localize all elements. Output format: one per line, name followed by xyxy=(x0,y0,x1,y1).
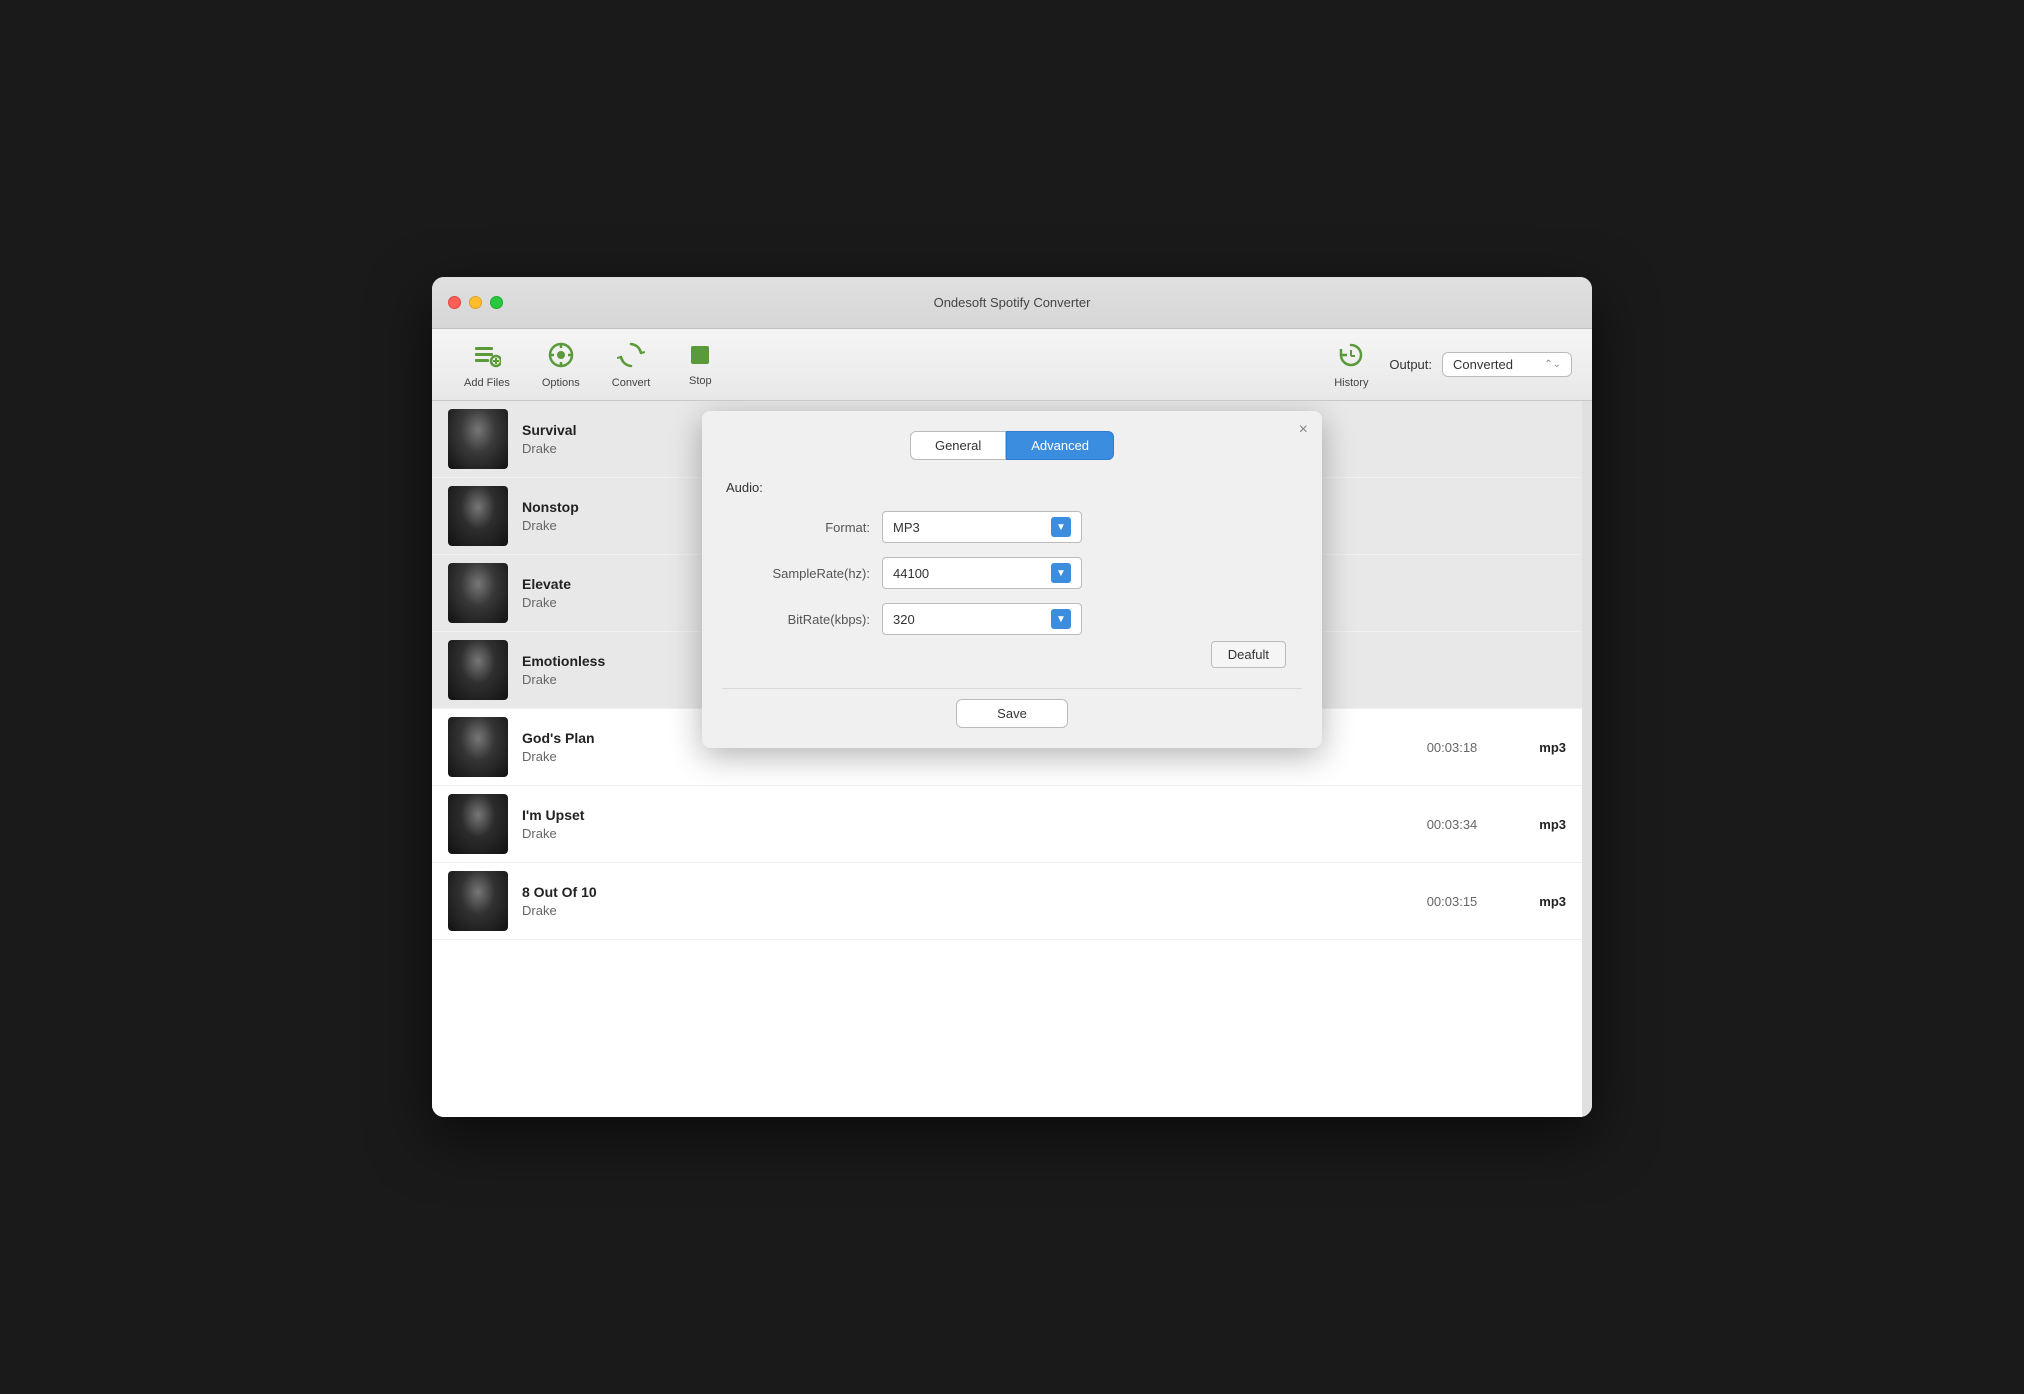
main-window: Ondesoft Spotify Converter Add Files xyxy=(432,277,1592,1117)
convert-icon xyxy=(617,341,645,373)
convert-label: Convert xyxy=(612,377,651,389)
traffic-lights xyxy=(448,296,503,309)
window-title: Ondesoft Spotify Converter xyxy=(934,295,1091,310)
stop-label: Stop xyxy=(689,375,712,387)
default-button[interactable]: Deafult xyxy=(1211,641,1286,668)
output-label: Output: xyxy=(1389,357,1432,372)
stop-icon xyxy=(688,343,712,371)
samplerate-dropdown-arrow: ▼ xyxy=(1051,563,1071,583)
tab-general[interactable]: General xyxy=(910,431,1006,460)
bitrate-label: BitRate(kbps): xyxy=(722,612,882,627)
options-button[interactable]: Options xyxy=(530,335,592,395)
output-area: Output: Converted ⌃⌄ xyxy=(1389,352,1572,377)
samplerate-label: SampleRate(hz): xyxy=(722,566,882,581)
modal-close-button[interactable]: × xyxy=(1299,421,1308,439)
titlebar: Ondesoft Spotify Converter xyxy=(432,277,1592,329)
add-files-label: Add Files xyxy=(464,377,510,389)
bitrate-select[interactable]: 320 ▼ xyxy=(882,603,1082,635)
audio-section-title: Audio: xyxy=(722,480,1302,495)
stop-button[interactable]: Stop xyxy=(670,337,730,393)
modal-tabs: General Advanced xyxy=(722,431,1302,460)
options-icon xyxy=(547,341,575,373)
samplerate-value: 44100 xyxy=(893,566,929,581)
options-modal: × General Advanced Audio: Format: MP3 ▼ … xyxy=(702,411,1322,748)
format-field: Format: MP3 ▼ xyxy=(722,511,1302,543)
options-label: Options xyxy=(542,377,580,389)
samplerate-select[interactable]: 44100 ▼ xyxy=(882,557,1082,589)
add-files-icon xyxy=(473,341,501,373)
samplerate-field: SampleRate(hz): 44100 ▼ xyxy=(722,557,1302,589)
modal-footer: Save xyxy=(722,688,1302,728)
output-value: Converted xyxy=(1453,357,1513,372)
modal-overlay: × General Advanced Audio: Format: MP3 ▼ … xyxy=(432,401,1592,1117)
fullscreen-button[interactable] xyxy=(490,296,503,309)
output-dropdown[interactable]: Converted ⌃⌄ xyxy=(1442,352,1572,377)
save-button[interactable]: Save xyxy=(956,699,1068,728)
default-row: Deafult xyxy=(722,641,1302,668)
history-button[interactable]: History xyxy=(1321,335,1381,395)
add-files-button[interactable]: Add Files xyxy=(452,335,522,395)
bitrate-field: BitRate(kbps): 320 ▼ xyxy=(722,603,1302,635)
chevron-down-icon: ⌃⌄ xyxy=(1544,359,1561,370)
bitrate-value: 320 xyxy=(893,612,915,627)
history-icon xyxy=(1337,341,1365,373)
minimize-button[interactable] xyxy=(469,296,482,309)
convert-button[interactable]: Convert xyxy=(600,335,663,395)
format-label: Format: xyxy=(722,520,882,535)
toolbar: Add Files Options xyxy=(432,329,1592,401)
bitrate-dropdown-arrow: ▼ xyxy=(1051,609,1071,629)
close-button[interactable] xyxy=(448,296,461,309)
format-dropdown-arrow: ▼ xyxy=(1051,517,1071,537)
content-area: SurvivalDrakeNonstopDrakeElevateDrakeEmo… xyxy=(432,401,1592,1117)
format-value: MP3 xyxy=(893,520,920,535)
format-select[interactable]: MP3 ▼ xyxy=(882,511,1082,543)
history-label: History xyxy=(1334,377,1368,389)
tab-advanced[interactable]: Advanced xyxy=(1006,431,1114,460)
